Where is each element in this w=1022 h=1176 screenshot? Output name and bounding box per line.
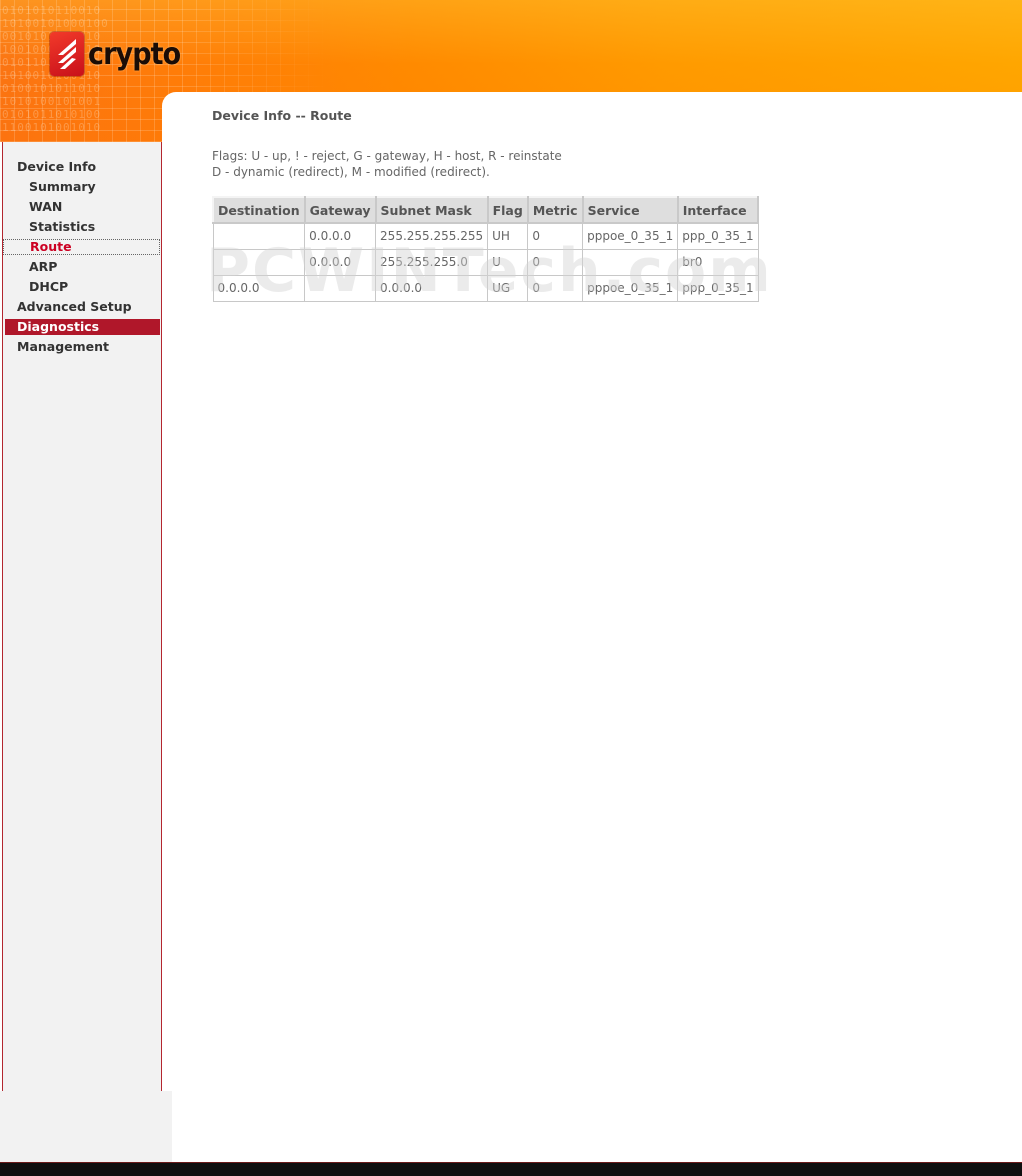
table-row: 0.0.0.0 0.0.0.0 UG 0 pppoe_0_35_1 ppp_0_35_1 — [212, 274, 759, 302]
table-cell: U — [487, 248, 529, 276]
column-header: Destination — [212, 196, 306, 224]
footer-bar — [0, 1162, 1022, 1176]
column-header: Metric — [526, 196, 584, 224]
flags-legend: Flags: U - up, ! - reject, G - gateway, … — [212, 148, 759, 180]
sidebar-bottom-extension — [0, 1091, 172, 1162]
table-cell — [212, 222, 306, 250]
table-cell — [304, 274, 377, 302]
nav-management[interactable]: Management — [3, 339, 160, 355]
table-cell: ppp_0_35_1 — [677, 274, 759, 302]
table-row: 0.0.0.0 255.255.255.0 U 0 br0 — [212, 248, 759, 276]
page-title: Device Info -- Route — [212, 108, 352, 123]
table-cell: 0 — [527, 222, 584, 250]
table-cell: pppoe_0_35_1 — [582, 274, 679, 302]
table-row: 0.0.0.0 255.255.255.255 UH 0 pppoe_0_35_1 ppp… — [212, 222, 759, 250]
nav-statistics[interactable]: Statistics — [3, 219, 160, 235]
table-cell — [212, 248, 306, 276]
table-cell: 0.0.0.0 — [375, 274, 489, 302]
column-header: Gateway — [303, 196, 377, 224]
brand-logo[interactable]: crypto — [50, 32, 191, 76]
table-cell: UG — [487, 274, 529, 302]
table-cell: 0 — [527, 248, 584, 276]
column-header: Subnet Mask — [374, 196, 489, 224]
column-header: Interface — [676, 196, 760, 224]
nav-device-info[interactable]: Device Info — [3, 159, 160, 175]
brand-logo-text: crypto — [88, 36, 181, 72]
route-table-header-row: Destination Gateway Subnet Mask Flag Metric S… — [212, 196, 760, 224]
nav-wan[interactable]: WAN — [3, 199, 160, 215]
nav-arp[interactable]: ARP — [3, 259, 160, 275]
nav-advanced-setup[interactable]: Advanced Setup — [3, 299, 160, 315]
brand-logo-icon — [50, 32, 84, 76]
table-cell: br0 — [677, 248, 759, 276]
route-table-body: 0.0.0.0 255.255.255.255 UH 0 pppoe_0_35_1 ppp… — [212, 222, 759, 302]
nav-summary[interactable]: Summary — [3, 179, 160, 195]
route-table: Destination Gateway Subnet Mask Flag Metric S… — [212, 196, 760, 302]
sidebar-nav: Device Info Summary WAN Statistics Route ARP D… — [3, 159, 160, 359]
table-cell — [582, 248, 679, 276]
table-cell: 0.0.0.0 — [212, 274, 306, 302]
nav-dhcp[interactable]: DHCP — [3, 279, 160, 295]
main-content: Device Info -- Route Flags: U - up, ! - … — [212, 108, 760, 302]
nav-diagnostics[interactable]: Diagnostics — [5, 319, 160, 335]
table-cell: ppp_0_35_1 — [677, 222, 759, 250]
table-cell: 0.0.0.0 — [304, 222, 377, 250]
flags-legend-line-2: D - dynamic (redirect), M - modified (re… — [212, 165, 490, 179]
column-header: Flag — [486, 196, 529, 224]
table-cell: 0 — [527, 274, 584, 302]
table-cell: pppoe_0_35_1 — [582, 222, 679, 250]
flags-legend-line-1: Flags: U - up, ! - reject, G - gateway, … — [212, 149, 562, 163]
table-cell: UH — [487, 222, 529, 250]
table-cell: 255.255.255.255 — [375, 222, 489, 250]
nav-route[interactable]: Route — [3, 239, 160, 255]
table-cell: 255.255.255.0 — [375, 248, 489, 276]
table-cell: 0.0.0.0 — [304, 248, 377, 276]
column-header: Service — [581, 196, 679, 224]
